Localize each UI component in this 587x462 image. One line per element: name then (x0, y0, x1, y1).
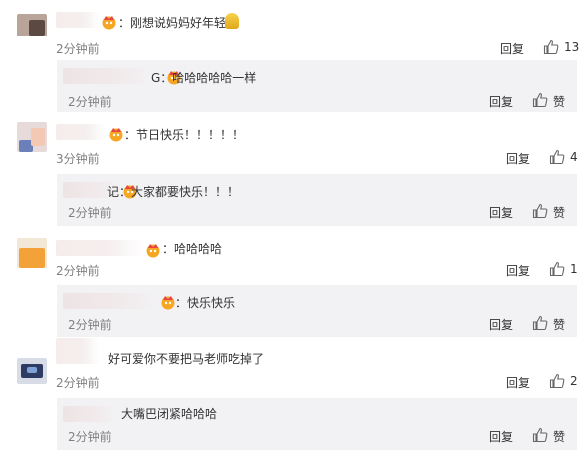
like-button-label[interactable]: 赞 (553, 428, 565, 445)
reply-button[interactable]: 回复 (500, 40, 524, 57)
reply-time: 2分钟前 (68, 95, 112, 109)
thumb-up-icon[interactable] (532, 427, 548, 443)
emoji-icon (225, 13, 239, 29)
username-blurred[interactable] (56, 12, 100, 28)
username-blurred[interactable] (63, 68, 155, 84)
like-count: 4 (570, 150, 578, 164)
reply-item: G：哈哈哈哈哈一样 2分钟前 回复 赞 (57, 60, 577, 112)
comment-text: ：刚想说妈妈好年轻 (118, 16, 227, 30)
like-count: 13 (564, 40, 580, 54)
reply-button[interactable]: 回复 (506, 262, 530, 279)
avatar[interactable] (17, 122, 47, 152)
vip-crown-icon (109, 128, 123, 142)
comment-item: ：刚想说妈妈好年轻 2分钟前 回复 13 (0, 6, 587, 62)
username-blurred[interactable] (56, 338, 100, 364)
reply-button[interactable]: 回复 (506, 374, 530, 391)
reply-time: 2分钟前 (68, 206, 112, 220)
reply-text: 记：大家都要快乐！！！ (107, 185, 240, 199)
comment-item: ：哈哈哈哈 2分钟前 回复 1 (0, 234, 587, 290)
reply-time: 2分钟前 (68, 430, 112, 444)
comment-text: 好可爱你不要把马老师吃掉了 (108, 352, 265, 366)
reply-time: 2分钟前 (68, 318, 112, 332)
comment-item: ：节日快乐！！！！！ 3分钟前 回复 4 (0, 118, 587, 174)
avatar[interactable] (17, 6, 47, 36)
username-blurred[interactable] (56, 124, 106, 140)
reply-item: 大嘴巴闭紧哈哈哈 2分钟前 回复 赞 (57, 398, 577, 450)
like-button-label[interactable]: 赞 (553, 316, 565, 333)
comment-time: 2分钟前 (56, 376, 100, 390)
thumb-up-icon[interactable] (549, 149, 565, 165)
reply-item: ：快乐快乐 2分钟前 回复 赞 (57, 285, 577, 337)
vip-crown-icon (146, 244, 160, 258)
reply-button[interactable]: 回复 (489, 428, 513, 445)
like-button-label[interactable]: 赞 (553, 204, 565, 221)
vip-crown-icon (102, 16, 116, 30)
reply-button[interactable]: 回复 (489, 204, 513, 221)
reply-item: 记：大家都要快乐！！！ 2分钟前 回复 赞 (57, 174, 577, 226)
reply-button[interactable]: 回复 (506, 150, 530, 167)
like-button-label[interactable]: 赞 (553, 93, 565, 110)
thumb-up-icon[interactable] (549, 373, 565, 389)
thumb-up-icon[interactable] (549, 261, 565, 277)
username-blurred[interactable] (63, 293, 159, 309)
username-blurred[interactable] (56, 240, 144, 256)
thumb-up-icon[interactable] (543, 39, 559, 55)
username-blurred[interactable] (63, 406, 117, 422)
comment-text: ：哈哈哈哈 (162, 242, 223, 256)
thumb-up-icon[interactable] (532, 92, 548, 108)
thumb-up-icon[interactable] (532, 203, 548, 219)
comment-item: 好可爱你不要把马老师吃掉了 2分钟前 回复 2 (0, 338, 587, 402)
reply-text: 大嘴巴闭紧哈哈哈 (121, 407, 218, 421)
like-count: 1 (570, 262, 578, 276)
reply-button[interactable]: 回复 (489, 316, 513, 333)
like-count: 2 (570, 374, 578, 388)
comment-time: 3分钟前 (56, 152, 100, 166)
reply-text: ：快乐快乐 (175, 296, 236, 310)
comment-text: ：节日快乐！！！！！ (124, 128, 245, 142)
avatar[interactable] (17, 238, 47, 268)
reply-button[interactable]: 回复 (489, 93, 513, 110)
comment-time: 2分钟前 (56, 42, 100, 56)
avatar[interactable] (17, 358, 47, 388)
comment-time: 2分钟前 (56, 264, 100, 278)
thumb-up-icon[interactable] (532, 315, 548, 331)
reply-text: G：哈哈哈哈哈一样 (151, 71, 257, 85)
